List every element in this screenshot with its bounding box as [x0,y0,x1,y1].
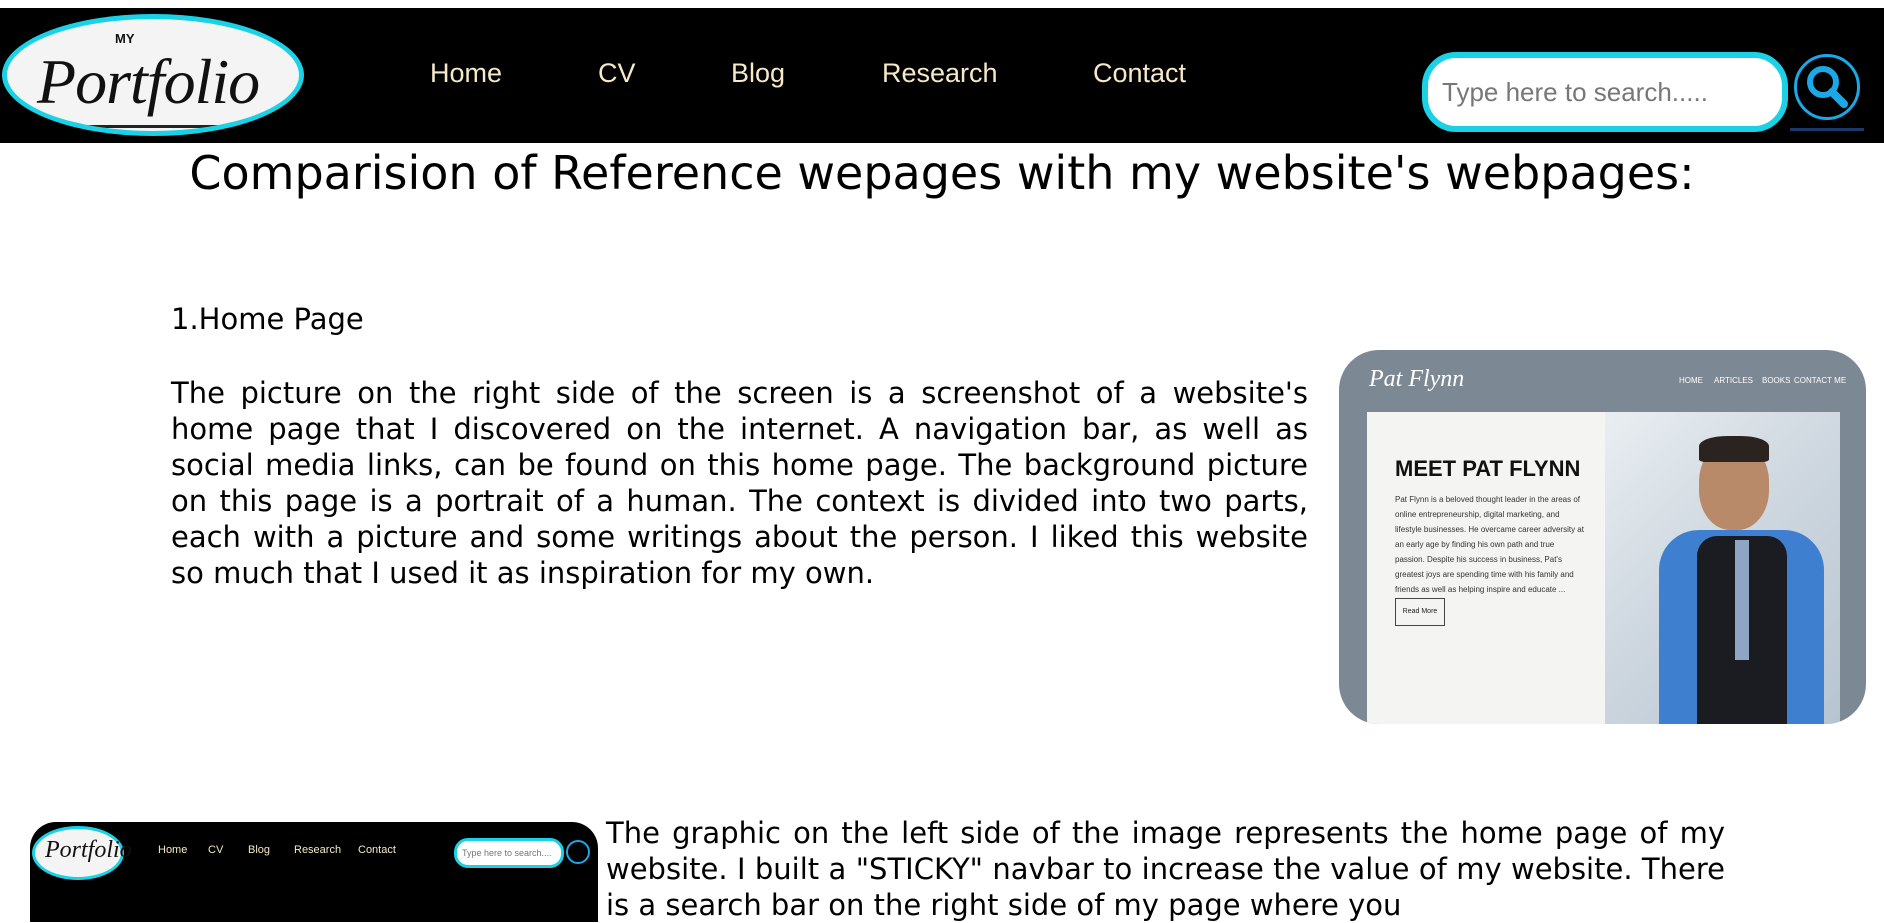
ref-nav-item: ARTICLES [1714,376,1753,385]
nav-blog-link[interactable]: Blog [731,58,785,89]
logo-underline [47,125,277,128]
navbar: MY Portfolio Home CV Blog Research Conta… [0,8,1884,143]
portfolio-logo[interactable]: MY Portfolio [2,14,304,136]
ref-person-tie [1735,540,1749,660]
my-nav-item: Home [158,844,188,856]
ref-nav-item: BOOKS [1762,376,1791,385]
ref-nav-item: HOME [1679,376,1703,385]
page-title: Comparision of Reference wepages with my… [189,146,1695,200]
my-logo: Portfolio [32,826,132,880]
logo-word: Portfolio [37,46,260,117]
search-icon [1807,66,1848,108]
my-search-icon [566,840,590,864]
logo-my-label: MY [115,31,135,46]
ref-logo: Pat Flynn [1369,366,1465,392]
home-page-description: The picture on the right side of the scr… [171,376,1308,590]
ref-person-hair [1699,436,1769,462]
nav-contact-link[interactable]: Contact [1093,58,1186,89]
reference-website-screenshot: Pat Flynn HOME ARTICLES BOOKS CONTACT ME… [1339,350,1866,724]
my-home-page-description: The graphic on the left side of the imag… [606,816,1725,922]
nav-research-link[interactable]: Research [882,58,998,89]
my-nav-item: CV [208,844,224,856]
ref-nav-item: CONTACT ME [1794,376,1847,385]
section-heading: 1.Home Page [171,302,364,336]
search-input[interactable] [1422,52,1788,132]
my-nav-item: Blog [248,844,271,856]
nav-home-link[interactable]: Home [430,58,502,89]
my-logo-word: Portfolio [45,837,132,863]
my-website-screenshot: Portfolio Home CV Blog Research Contact … [30,822,598,922]
ref-read-more-button: Read More [1395,598,1445,626]
my-nav-item: Research [294,844,342,856]
search-button[interactable] [1794,54,1860,120]
top-strip [0,0,1884,8]
my-search-field: Type here to search.... [454,838,564,868]
nav-cv-link[interactable]: CV [598,58,636,89]
ref-text: Pat Flynn is a beloved thought leader in… [1395,495,1584,594]
ref-heading: MEET PAT FLYNN [1395,456,1581,481]
my-nav-item: Contact [358,844,396,856]
search-underline [1790,128,1864,131]
